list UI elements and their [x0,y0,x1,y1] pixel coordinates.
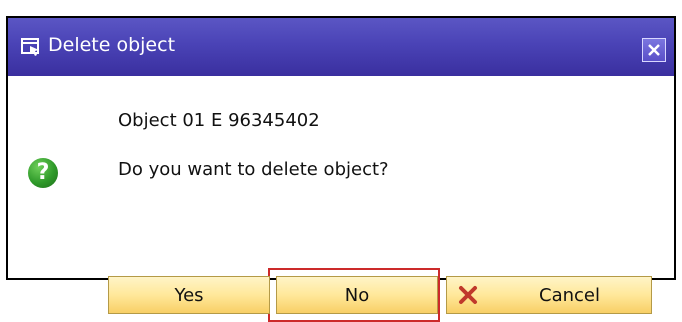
cancel-button-label: Cancel [539,284,600,306]
confirm-question-text: Do you want to delete object? [118,159,389,180]
cancel-x-icon [459,286,477,304]
dialog-body: ? Object 01 E 96345402 Do you want to de… [8,76,674,322]
yes-button[interactable]: Yes [108,276,270,314]
dialog-frame: Delete object ? Object 01 E 96345402 Do … [6,16,676,322]
window-pointer-icon [21,38,39,56]
title-bar: Delete object [8,18,674,76]
dialog-title: Delete object [48,34,176,56]
delete-object-dialog: Delete object ? Object 01 E 96345402 Do … [8,18,674,322]
close-button[interactable] [642,38,666,62]
cancel-button[interactable]: Cancel [446,276,652,314]
no-button-label: No [344,284,370,306]
question-icon: ? [28,158,58,188]
no-button[interactable]: No [276,276,438,314]
close-icon [648,44,660,56]
object-id-text: Object 01 E 96345402 [118,110,320,131]
yes-button-label: Yes [174,284,204,306]
